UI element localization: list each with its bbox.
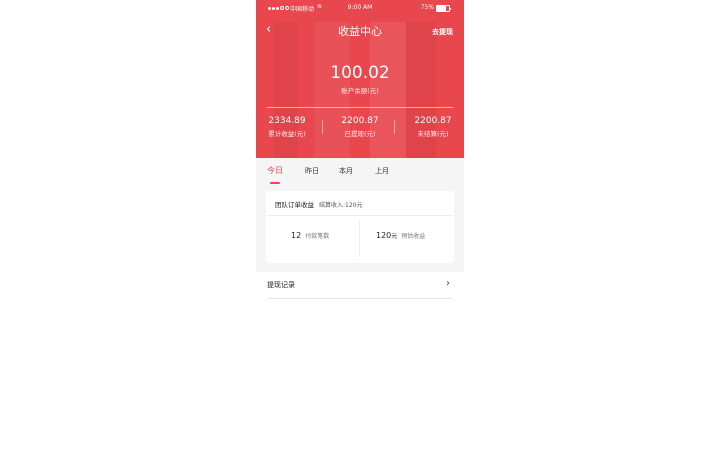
chevron-right-icon: › — [446, 278, 450, 289]
team-earnings-card: 团队订单收益 结算收入:120元 12 付款笔数 120元 预估收益 — [266, 191, 454, 263]
tab-this-month[interactable]: 本月 — [339, 166, 353, 176]
card-header: 团队订单收益 结算收入:120元 — [275, 199, 362, 209]
divider — [266, 215, 454, 216]
estimated-earnings: 120元 预估收益 — [376, 231, 425, 240]
status-bar: 中国移动 ≋ 9:00 AM 75% — [256, 3, 464, 14]
divider — [359, 221, 360, 257]
paid-count-value: 12 — [291, 231, 302, 240]
stat-total-earnings: 2334.89 累计收益(元) — [262, 116, 312, 138]
stat-value: 2200.87 — [341, 116, 379, 126]
tab-label: 本月 — [339, 167, 353, 175]
tab-label: 今日 — [267, 166, 283, 175]
currency-unit: 元 — [391, 233, 398, 240]
active-tab-indicator — [270, 182, 280, 184]
tab-label: 上月 — [375, 167, 389, 175]
balance-block: 100.02 账户余额(元) — [256, 62, 464, 95]
stat-label: 未结算(元) — [417, 130, 449, 138]
tab-label: 昨日 — [305, 167, 319, 175]
stat-value: 2200.87 — [414, 116, 452, 126]
tab-last-month[interactable]: 上月 — [375, 166, 389, 176]
stat-label: 已提现(元) — [344, 130, 376, 138]
tab-today[interactable]: 今日 — [267, 165, 283, 184]
divider — [267, 107, 453, 108]
stat-label: 累计收益(元) — [268, 130, 306, 138]
withdraw-history-row[interactable]: 提现记录 › — [256, 272, 464, 299]
stat-withdrawn: 2200.87 已提现(元) — [336, 116, 384, 138]
earnings-header: 中国移动 ≋ 9:00 AM 75% ‹ 收益中心 去提现 100.02 账户余… — [256, 0, 464, 158]
estimated-earnings-label: 预估收益 — [401, 233, 426, 240]
stats-row: 2334.89 累计收益(元) 2200.87 已提现(元) 2200.87 未… — [256, 116, 464, 142]
battery-percent: 75% — [420, 4, 434, 11]
phone-screen: 中国移动 ≋ 9:00 AM 75% ‹ 收益中心 去提现 100.02 账户余… — [256, 0, 464, 450]
stat-value: 2334.89 — [268, 116, 306, 126]
divider — [394, 120, 395, 134]
battery-icon — [436, 5, 451, 12]
card-subtitle: 结算收入:120元 — [319, 202, 363, 209]
nav-bar: ‹ 收益中心 去提现 — [256, 22, 464, 40]
withdraw-history-label: 提现记录 — [267, 281, 295, 289]
divider — [322, 120, 323, 134]
balance-amount: 100.02 — [330, 63, 390, 83]
paid-count-label: 付款笔数 — [305, 233, 330, 240]
balance-label: 账户余额(元) — [341, 87, 379, 95]
tab-yesterday[interactable]: 昨日 — [305, 166, 319, 176]
paid-count: 12 付款笔数 — [291, 231, 329, 240]
estimated-earnings-value: 120 — [376, 231, 392, 240]
period-tabs: 今日 昨日 本月 上月 — [256, 166, 464, 188]
stat-unsettled: 2200.87 未结算(元) — [408, 116, 458, 138]
divider — [267, 298, 453, 299]
withdraw-button[interactable]: 去提现 — [432, 27, 453, 37]
card-title: 团队订单收益 — [275, 201, 314, 209]
